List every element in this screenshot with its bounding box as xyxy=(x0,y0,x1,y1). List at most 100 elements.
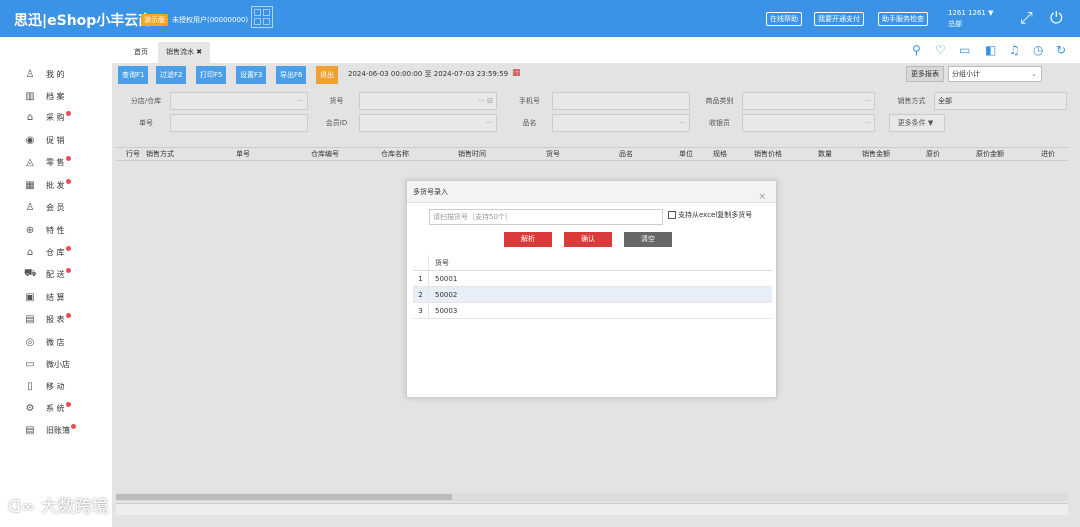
exit-button[interactable]: 退出 xyxy=(316,66,338,84)
tab-bar: 首页 销售流水 ✖ ⚲ ♡ ▭ ◧ ♫ ◷ ↻ xyxy=(112,37,1080,63)
warehouse-icon: ⌂ xyxy=(26,246,34,258)
col-sale-time[interactable]: 销售时间 xyxy=(458,148,486,161)
sidebar-item-retail[interactable]: ◬ 零 售 xyxy=(24,155,71,169)
chart-icon: ▦ xyxy=(25,179,35,191)
sidebar-item-feature[interactable]: ⊕ 特 性 xyxy=(24,223,65,237)
online-help-button[interactable]: 在线帮助 xyxy=(766,12,802,26)
sidebar-item-microstore[interactable]: ◎ 微 店 xyxy=(24,335,65,349)
open-payment-button[interactable]: 我要开通支付 xyxy=(814,12,864,26)
category-field[interactable]: ··· xyxy=(742,92,875,110)
grid-footer xyxy=(116,503,1068,515)
order-no-field[interactable] xyxy=(170,114,308,132)
filter-button[interactable]: 过滤F2 xyxy=(156,66,187,84)
sidebar-item-mobile[interactable]: ▯ 移 动 xyxy=(24,379,64,393)
sidebar-item-wholesale[interactable]: ▦ 批 发 xyxy=(24,178,71,192)
close-icon[interactable]: × xyxy=(758,186,766,208)
item-no-field[interactable]: ··· ⊟ xyxy=(359,92,497,110)
sale-mode-label: 销售方式 xyxy=(897,97,926,105)
name-field[interactable]: ··· xyxy=(552,114,690,132)
col-unit[interactable]: 单位 xyxy=(679,148,693,161)
checkbox-icon[interactable] xyxy=(668,211,676,219)
video-icon[interactable]: ◧ xyxy=(985,43,996,57)
bell-icon[interactable]: ♫ xyxy=(1009,43,1020,57)
dialog-title: 多货号录入 × xyxy=(407,181,776,203)
col-orig-amount[interactable]: 原价金额 xyxy=(976,148,1004,161)
sidebar-item-archive[interactable]: ▥ 档 案 xyxy=(24,89,64,103)
sidebar-item-settlement[interactable]: ▣ 结 算 xyxy=(24,290,64,304)
calendar-icon[interactable]: ▦ xyxy=(512,68,521,78)
confirm-button[interactable]: 确认 xyxy=(564,232,612,247)
app-logo: 思迅|eShop小丰云商6 xyxy=(14,13,163,29)
clock-icon[interactable]: ◷ xyxy=(1033,43,1043,57)
user-name: 1261 1261 ▼ xyxy=(948,9,994,17)
sidebar-item-mine[interactable]: ♙ 我 的 xyxy=(24,67,65,81)
settings-button[interactable]: 设置F3 xyxy=(236,66,267,84)
sidebar-item-mini-shop[interactable]: ▭ 微小店 xyxy=(24,357,70,371)
horizontal-scrollbar[interactable] xyxy=(116,493,1068,501)
more-reports-button[interactable]: 更多报表 xyxy=(906,66,944,82)
export-button[interactable]: 导出F6 xyxy=(276,66,307,84)
sidebar-item-report[interactable]: ▤ 报 表 xyxy=(24,312,71,326)
assistant-check-button[interactable]: 助手服务检查 xyxy=(878,12,928,26)
sidebar-item-promotion[interactable]: ◉ 促 销 xyxy=(24,133,65,147)
user-menu[interactable]: 1261 1261 ▼ 总部 xyxy=(948,8,993,30)
cashier-field[interactable]: ··· xyxy=(742,114,875,132)
folder-icon[interactable]: ▭ xyxy=(959,43,970,57)
col-orig-price[interactable]: 原价 xyxy=(926,148,940,161)
sidebar-item-member[interactable]: ♙ 会 员 xyxy=(24,200,65,214)
sidebar-item-system[interactable]: ⚙ 系 统 xyxy=(24,401,71,415)
item-scan-input[interactable]: 请扫描货号（支持50个） xyxy=(429,209,663,225)
refresh-icon[interactable]: ↻ xyxy=(1056,43,1066,57)
col-item-no[interactable]: 货号 xyxy=(546,148,560,161)
group-subtotal-select[interactable]: 分组小计 ⌄ xyxy=(948,66,1042,82)
clear-button[interactable]: 清空 xyxy=(624,232,672,247)
parse-button[interactable]: 解析 xyxy=(504,232,552,247)
col-spec[interactable]: 规格 xyxy=(713,148,727,161)
tab-home[interactable]: 首页 xyxy=(126,42,156,63)
close-tab-icon[interactable]: ✖ xyxy=(196,48,202,56)
sidebar-item-purchase[interactable]: ⌂ 采 购 xyxy=(24,110,71,124)
sidebar-item-old-ledger[interactable]: ▤ 旧账簿 xyxy=(24,423,76,437)
col-row-no[interactable]: 行号 xyxy=(126,148,140,161)
bag-icon: ◬ xyxy=(26,156,34,168)
heart-icon[interactable]: ♡ xyxy=(935,43,946,57)
col-sale-mode[interactable]: 销售方式 xyxy=(146,148,174,161)
member-id-label: 会员ID xyxy=(325,119,348,127)
search-icon[interactable]: ⚲ xyxy=(912,43,921,57)
qr-code-icon[interactable] xyxy=(251,6,273,28)
query-button[interactable]: 查询F1 xyxy=(118,66,149,84)
col-cost-price[interactable]: 进价 xyxy=(1041,148,1055,161)
col-sale-amount[interactable]: 销售金额 xyxy=(862,148,890,161)
print-button[interactable]: 打印F5 xyxy=(196,66,227,84)
col-warehouse-name[interactable]: 仓库名称 xyxy=(381,148,409,161)
table-row[interactable]: 1 50001 xyxy=(413,271,772,287)
col-sale-price[interactable]: 销售价格 xyxy=(754,148,782,161)
unauthorized-label: 未授权用户(00000000) xyxy=(172,16,249,24)
watermark: ᗡ∞ 大数跨境 xyxy=(8,497,109,517)
more-conditions-button[interactable]: 更多条件 ▼ xyxy=(889,114,945,132)
sale-mode-select[interactable]: 全部 xyxy=(934,92,1067,110)
notification-dot xyxy=(71,423,76,429)
power-icon[interactable]: ⏻ xyxy=(1050,8,1063,28)
branch-field[interactable]: ··· xyxy=(170,92,308,110)
phone-field[interactable] xyxy=(552,92,690,110)
excel-copy-checkbox[interactable]: 支持从excel复制多货号 xyxy=(668,210,752,220)
order-no-label: 单号 xyxy=(139,119,153,127)
table-row[interactable]: 3 50003 xyxy=(413,303,772,319)
demo-badge: 演示版 xyxy=(141,14,168,26)
col-item-name[interactable]: 品名 xyxy=(619,148,633,161)
member-id-field[interactable]: ··· xyxy=(359,114,497,132)
sidebar-item-warehouse[interactable]: ⌂ 仓 库 xyxy=(24,245,71,259)
top-bar: 思迅|eShop小丰云商6 演示版 未授权用户(00000000) 在线帮助 我… xyxy=(0,0,1080,37)
col-order-no[interactable]: 单号 xyxy=(236,148,250,161)
col-quantity[interactable]: 数量 xyxy=(818,148,832,161)
table-row[interactable]: 2 50002 xyxy=(413,287,772,303)
name-label: 品名 xyxy=(522,119,537,127)
chevron-down-icon: ⌄ xyxy=(1031,70,1037,78)
col-warehouse-no[interactable]: 仓库编号 xyxy=(311,148,339,161)
sidebar-item-delivery[interactable]: ⛟ 配 送 xyxy=(24,267,71,281)
scrollbar-thumb[interactable] xyxy=(116,494,452,500)
fullscreen-icon[interactable]: ⤢ xyxy=(1020,8,1033,28)
tab-sales-flow[interactable]: 销售流水 ✖ xyxy=(158,42,211,63)
date-range[interactable]: 2024-06-03 00:00:00 至 2024-07-03 23:59:5… xyxy=(348,69,508,79)
